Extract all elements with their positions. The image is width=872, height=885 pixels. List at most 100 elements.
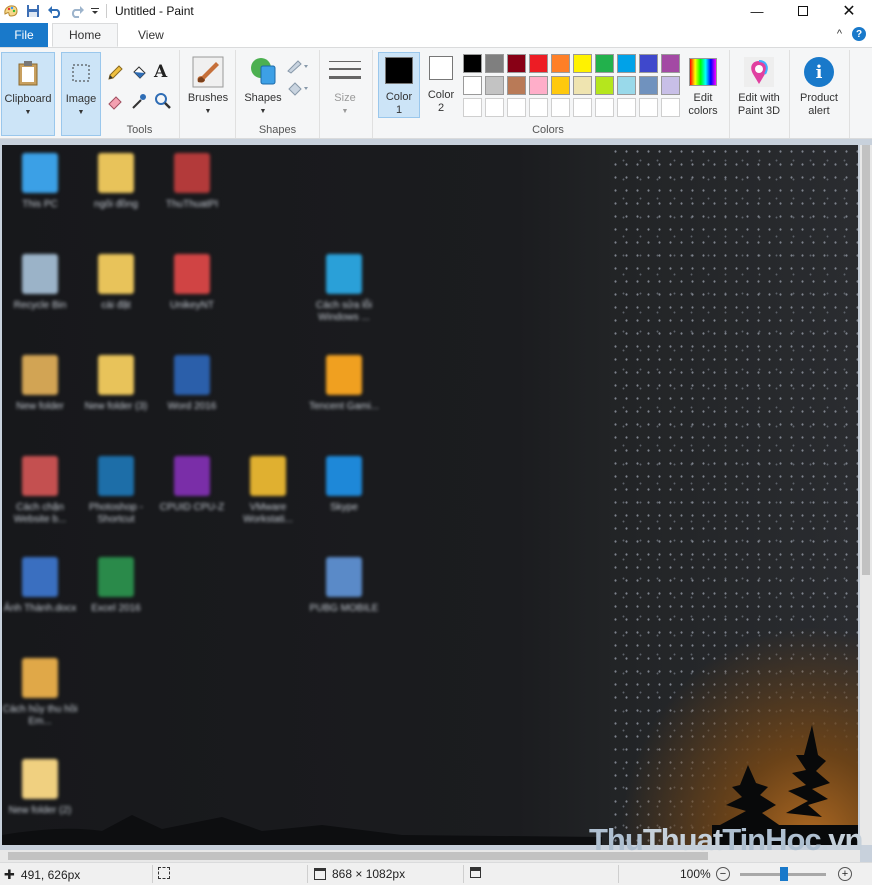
shapes-label: Shapes: [244, 92, 282, 104]
magnifier-icon[interactable]: [154, 92, 174, 112]
palette-swatch[interactable]: [595, 98, 614, 117]
vertical-scroll-thumb[interactable]: [862, 145, 870, 575]
palette-swatch[interactable]: [595, 54, 614, 73]
vertical-scrollbar[interactable]: [860, 145, 872, 845]
desktop-icon: New folder (3): [78, 355, 154, 413]
palette-swatch[interactable]: [617, 98, 636, 117]
palette-swatch[interactable]: [551, 54, 570, 73]
zoom-out-button[interactable]: −: [716, 867, 730, 881]
desktop-icon-graphic: [174, 254, 210, 294]
crosshair-icon: ✚: [4, 867, 15, 882]
save-icon[interactable]: [22, 2, 44, 20]
desktop-icon-graphic: [22, 254, 58, 294]
size-button[interactable]: Size ▼: [324, 56, 366, 118]
palette-swatch[interactable]: [639, 76, 658, 95]
pencil-icon[interactable]: [106, 64, 126, 84]
rainbow-palette-icon: [687, 56, 719, 88]
collapse-ribbon-icon[interactable]: ^: [837, 28, 842, 40]
maximize-icon: [798, 6, 808, 16]
paint3d-icon: [743, 56, 775, 88]
palette-swatch[interactable]: [485, 98, 504, 117]
palette-swatch[interactable]: [573, 98, 592, 117]
fill-icon[interactable]: [130, 64, 150, 84]
palette-swatch[interactable]: [661, 76, 680, 95]
desktop-screenshot-image: This PC ngôi đồng ThuThuatPI Recycle Bin cài…: [2, 145, 858, 845]
bottom-silhouette: [2, 815, 602, 845]
undo-icon[interactable]: [44, 2, 66, 20]
palette-swatch[interactable]: [529, 98, 548, 117]
desktop-icon-label: UnikeyNT: [170, 300, 214, 311]
canvas-area[interactable]: This PC ngôi đồng ThuThuatPI Recycle Bin cài…: [0, 139, 872, 862]
desktop-icon-label: Recycle Bin: [13, 300, 67, 311]
outline-icon[interactable]: [286, 58, 310, 76]
palette-swatch[interactable]: [661, 98, 680, 117]
clipboard-group: Clipboard ▼: [0, 50, 58, 138]
desktop-icon: VMware Workstati...: [230, 456, 306, 526]
tab-home[interactable]: Home: [52, 23, 119, 47]
help-icon[interactable]: ?: [852, 27, 866, 41]
palette-swatch[interactable]: [595, 76, 614, 95]
palette-swatch[interactable]: [617, 76, 636, 95]
desktop-icon: Cách hủy thu hồi Em...: [2, 658, 78, 728]
plus-icon: +: [841, 867, 849, 880]
palette-swatch[interactable]: [463, 54, 482, 73]
desktop-icon-label: Cách chặn Website b...: [13, 502, 67, 525]
watermark-part3: TinHoc: [722, 822, 821, 857]
brushes-button[interactable]: Brushes ▼: [184, 56, 232, 118]
maximize-button[interactable]: [780, 0, 826, 22]
palette-swatch[interactable]: [507, 54, 526, 73]
color1-label: Color: [385, 91, 413, 103]
desktop-icon-label: Skype: [330, 502, 358, 513]
close-button[interactable]: ✕: [826, 0, 872, 22]
palette-swatch[interactable]: [529, 76, 548, 95]
product-alert-button[interactable]: i Product alert: [791, 56, 847, 118]
color-picker-icon[interactable]: [130, 92, 150, 112]
desktop-icon-label: cài đặt: [101, 300, 131, 311]
palette-swatch[interactable]: [463, 98, 482, 117]
palette-swatch[interactable]: [507, 76, 526, 95]
desktop-icon-graphic: [22, 355, 58, 395]
desktop-icon: Skype: [306, 456, 382, 514]
edit-with-paint3d-button[interactable]: Edit with Paint 3D: [731, 56, 787, 118]
desktop-icon-graphic: [326, 355, 362, 395]
palette-swatch[interactable]: [529, 54, 548, 73]
color1-button[interactable]: Color 1: [378, 52, 420, 118]
image-size: 868 × 1082px: [314, 867, 405, 881]
tab-view[interactable]: View: [118, 23, 180, 47]
color2-button[interactable]: Color 2: [421, 56, 461, 115]
text-icon[interactable]: A: [154, 62, 174, 82]
desktop-icon-graphic: [98, 355, 134, 395]
info-icon: i: [803, 56, 835, 88]
customize-toolbar-icon[interactable]: [88, 2, 102, 20]
palette-swatch[interactable]: [485, 76, 504, 95]
palette-swatch[interactable]: [573, 76, 592, 95]
palette-swatch[interactable]: [573, 54, 592, 73]
chevron-down-icon: ▼: [259, 108, 267, 115]
fill-style-icon[interactable]: [286, 80, 310, 98]
tab-file[interactable]: File: [0, 23, 48, 47]
clipboard-button[interactable]: Clipboard ▼: [1, 52, 55, 136]
color2-swatch: [429, 56, 453, 80]
shapes-button[interactable]: Shapes ▼: [240, 56, 286, 118]
palette-swatch[interactable]: [485, 54, 504, 73]
zoom-slider-thumb[interactable]: [780, 867, 788, 881]
redo-icon[interactable]: [66, 2, 88, 20]
disk-icon: [470, 867, 481, 878]
palette-swatch[interactable]: [551, 76, 570, 95]
palette-swatch[interactable]: [551, 98, 570, 117]
palette-swatch[interactable]: [661, 54, 680, 73]
zoom-in-button[interactable]: +: [838, 867, 852, 881]
minimize-button[interactable]: —: [734, 0, 780, 22]
desktop-icon-label: CPUID CPU-Z: [159, 502, 225, 513]
palette-swatch[interactable]: [639, 54, 658, 73]
chevron-down-icon: ▼: [341, 108, 349, 115]
palette-swatch[interactable]: [463, 76, 482, 95]
palette-swatch[interactable]: [639, 98, 658, 117]
palette-swatch[interactable]: [617, 54, 636, 73]
chevron-down-icon: ▼: [77, 109, 85, 116]
palette-swatch[interactable]: [507, 98, 526, 117]
image-button[interactable]: Image ▼: [61, 52, 101, 136]
eraser-icon[interactable]: [106, 92, 126, 112]
edit-colors-button[interactable]: Edit colors: [681, 56, 725, 118]
watermark-part4: .vn: [820, 822, 864, 857]
